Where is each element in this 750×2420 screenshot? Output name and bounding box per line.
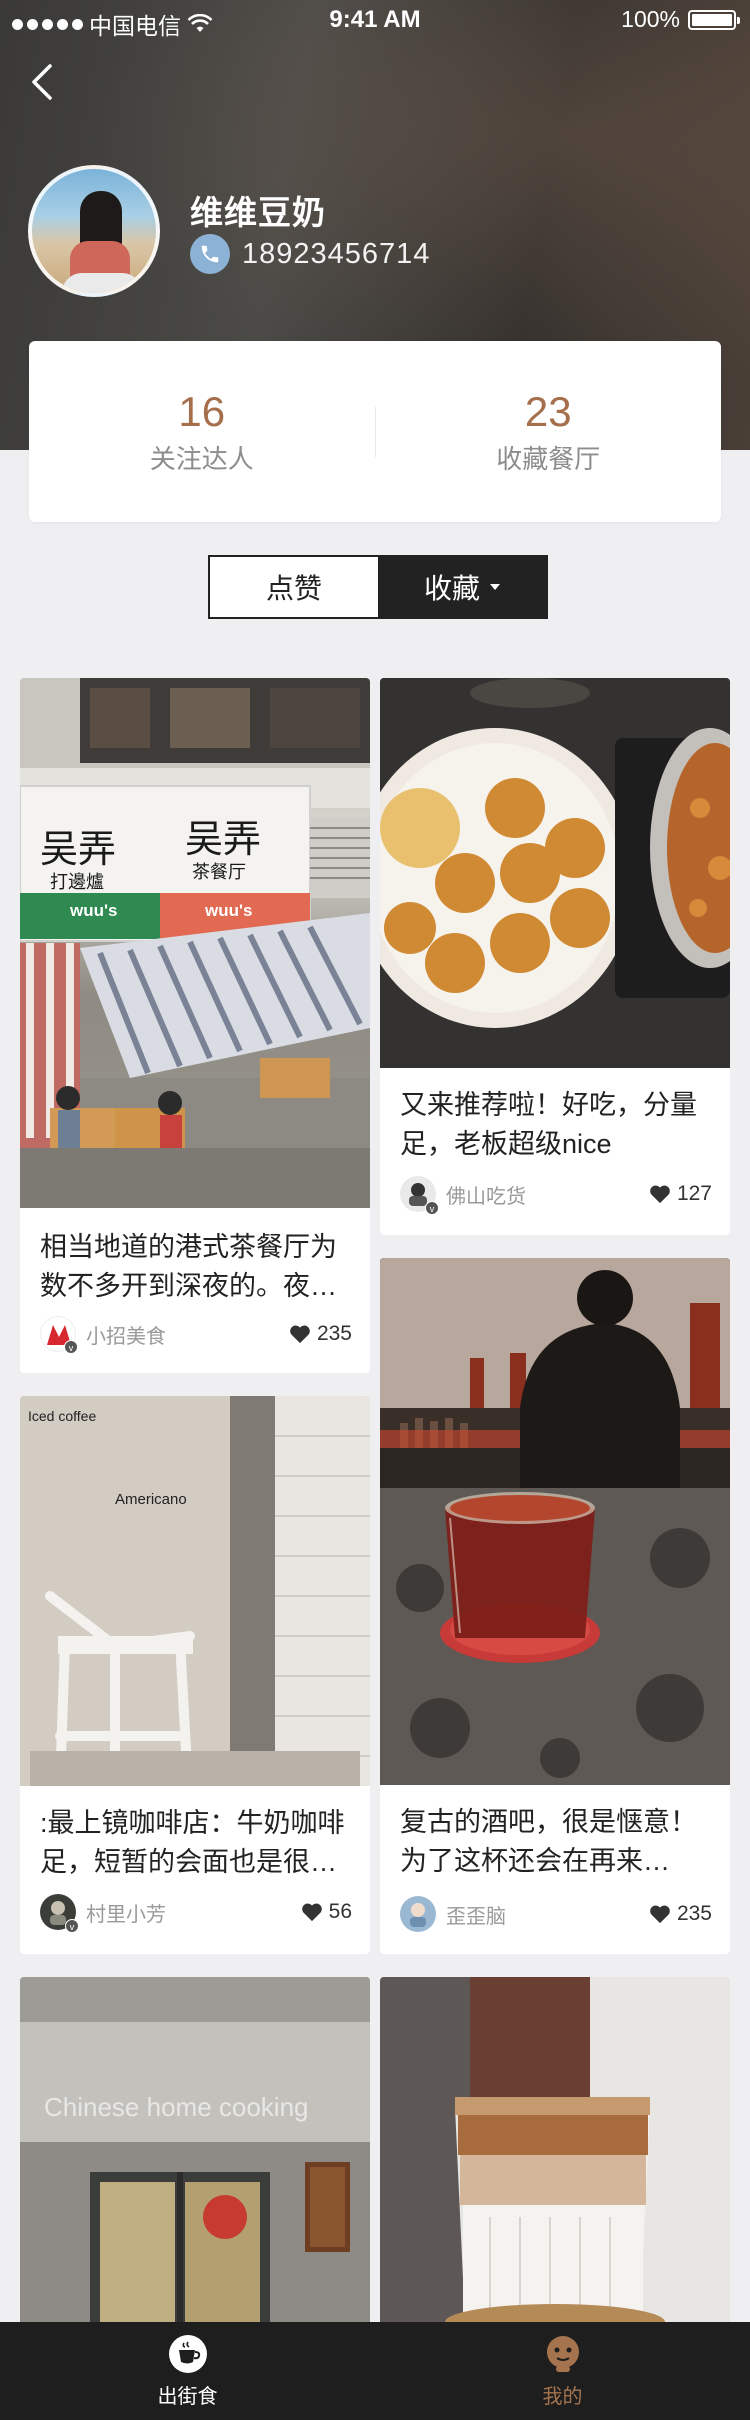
author-avatar: v [40,1316,78,1354]
heart-icon [290,1325,310,1344]
like-count[interactable]: 235 [289,1322,352,1346]
author-name: 佛山吃货 [446,1185,526,1208]
post-card[interactable]: 吴弄 打邊爐 吴弄 茶餐厅 wuu's wuu's 相当地道的港式茶餐厅为数不多… [20,678,370,1373]
post-author[interactable]: v 小招美食 [40,1316,166,1354]
stat-saved-restaurants[interactable]: 23 收藏餐厅 [376,387,722,476]
post-author[interactable]: 歪歪脑 [400,1896,506,1932]
post-image: 吴弄 打邊爐 吴弄 茶餐厅 wuu's wuu's [20,678,370,1208]
stat-following-label: 关注达人 [149,444,254,474]
user-name: 维维豆奶 [190,194,326,231]
heart-icon [650,1185,670,1204]
shop-sign-right: 吴弄 [185,817,262,861]
stat-saved-label: 收藏餐厅 [496,444,601,474]
stats-card: 16 关注达人 23 收藏餐厅 [29,341,721,522]
post-image [380,678,730,1068]
phone-row: 18923456714 [190,234,430,274]
author-avatar: v [400,1176,439,1215]
battery-group: 100% [621,6,740,33]
post-author[interactable]: v 佛山吃货 [400,1176,526,1215]
back-button[interactable] [24,60,64,104]
post-author[interactable]: v 村里小芳 [40,1894,166,1933]
shop-brand-left: wuu's [70,901,118,920]
tab-likes[interactable]: 点赞 [210,557,378,617]
like-count-value: 235 [676,1902,712,1925]
user-face-icon [546,2335,579,2372]
tab-me[interactable]: 我的 [375,2322,750,2420]
author-avatar [400,1896,436,1932]
stat-following[interactable]: 16 关注达人 [29,387,375,476]
like-count[interactable]: 56 [301,1900,352,1924]
stat-following-count: 16 [178,388,226,435]
tab-likes-label: 点赞 [265,573,322,604]
coffee-menu-item-1: Iced coffee [28,1408,97,1424]
battery-percent: 100% [621,6,680,32]
tab-discover-label: 出街食 [157,2385,218,2408]
post-image: Chinese home cooking [20,1977,370,2322]
post-image [380,1977,730,2322]
shop-sign-left: 吴弄 [40,827,117,871]
coffee-cup-icon [168,2334,207,2373]
post-image: Iced coffee Americano [20,1396,370,1786]
post-title: 又来推荐啦！好吃，分量足，老板超级nice [400,1090,697,1159]
cooking-sign: Chinese home cooking [44,2092,309,2122]
shop-sign-right-sub: 茶餐厅 [192,862,246,882]
post-title: 相当地道的港式茶餐厅为数不多开到深夜的。夜… [40,1232,337,1301]
battery-icon [688,9,740,30]
heart-icon [301,1903,322,1922]
author-name: 歪歪脑 [446,1905,506,1928]
caret-down-icon [490,584,500,590]
post-card[interactable]: Chinese home cooking [20,1977,370,2322]
shop-brand-right: wuu's [205,901,253,920]
post-image [380,1258,730,1785]
status-bar: 中国电信 9:41 AM 100% [0,0,750,40]
heart-icon [650,1905,670,1924]
tab-bar: 出街食 我的 [0,2322,750,2420]
post-title: 复古的酒吧，很是惬意！为了这杯还会在再来… [400,1807,697,1876]
post-card[interactable] [380,1977,730,2322]
like-count-value: 56 [328,1900,352,1923]
post-card[interactable]: 又来推荐啦！好吃，分量足，老板超级nice v 佛山吃货 127 [380,678,730,1235]
like-count-value: 235 [316,1322,352,1345]
phone-icon [190,234,230,274]
phone-number: 18923456714 [242,237,431,270]
segment-control: 点赞 收藏 [208,555,548,619]
post-title: :最上镜咖啡店：牛奶咖啡足，短暂的会面也是很… [40,1808,345,1877]
author-name: 小招美食 [86,1325,166,1348]
post-card[interactable]: Iced coffee Americano :最上镜咖啡店：牛奶咖啡足，短暂的会… [20,1396,370,1954]
tab-me-label: 我的 [542,2385,583,2408]
tab-discover[interactable]: 出街食 [0,2322,375,2420]
tab-favorites[interactable]: 收藏 [378,557,546,617]
shop-sign-left-sub: 打邊爐 [50,872,104,892]
coffee-menu-item-2: Americano [115,1491,187,1508]
author-name: 村里小芳 [86,1903,166,1926]
post-card[interactable]: 复古的酒吧，很是惬意！为了这杯还会在再来… 歪歪脑 235 [380,1258,730,1954]
like-count[interactable]: 127 [649,1182,712,1206]
like-count[interactable]: 235 [649,1902,712,1926]
tab-favorites-label: 收藏 [423,573,480,604]
avatar[interactable] [28,165,160,297]
chevron-left-icon [32,64,52,100]
stat-saved-count: 23 [524,388,572,435]
author-avatar: v [40,1894,79,1933]
like-count-value: 127 [676,1182,712,1205]
